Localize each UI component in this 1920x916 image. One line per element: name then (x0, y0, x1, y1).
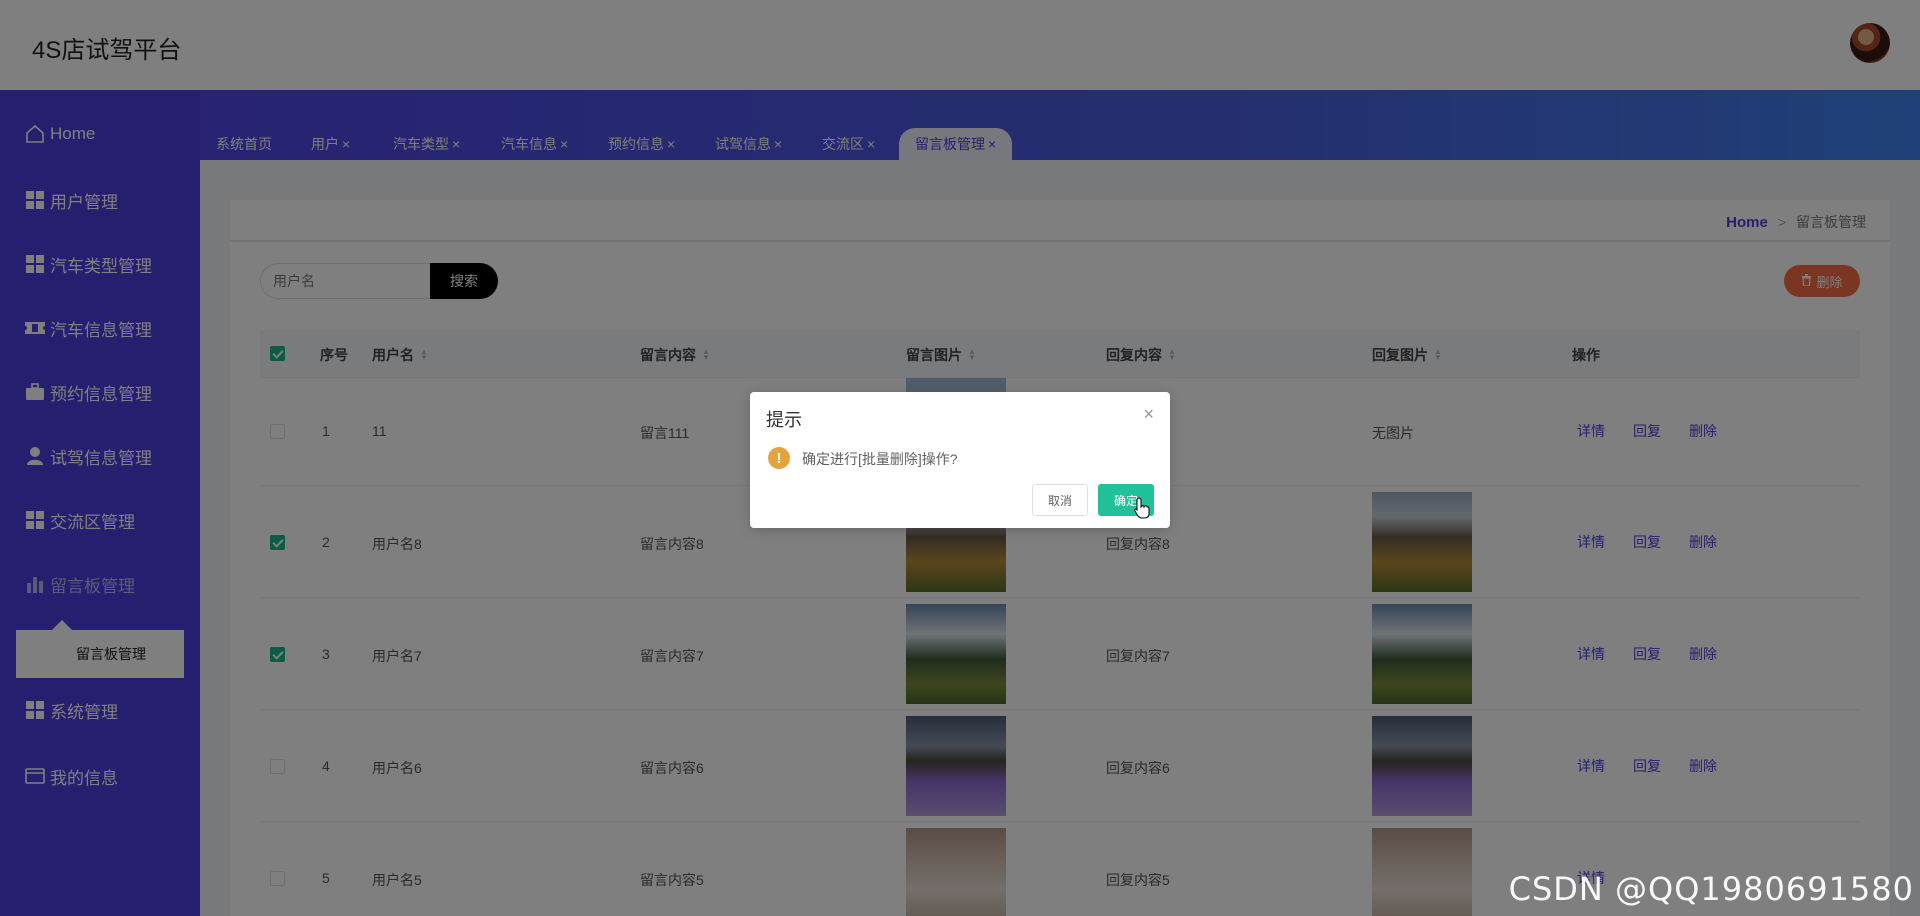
hand-cursor-icon (1134, 497, 1150, 519)
cancel-button[interactable]: 取消 (1032, 484, 1088, 516)
dialog-title: 提示 (766, 410, 802, 430)
confirm-dialog: 提示 × ! 确定进行[批量删除]操作? 取消 确定 (750, 392, 1170, 528)
dialog-message: 确定进行[批量删除]操作? (802, 451, 958, 467)
watermark: CSDN @QQ1980691580 (1508, 870, 1914, 908)
warning-icon: ! (768, 447, 790, 469)
close-icon[interactable]: × (1143, 404, 1154, 425)
